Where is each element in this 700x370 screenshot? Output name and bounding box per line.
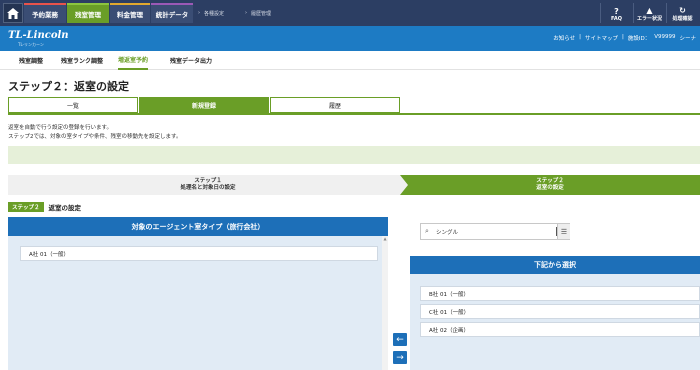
target-room-type-panel: 対象のエージェント室タイプ（旅行会社） A社 01（一般） ▲ bbox=[8, 217, 388, 370]
logo[interactable]: TL-Lincoln bbox=[8, 30, 69, 41]
nav-tab-statistics[interactable]: 統計データ bbox=[151, 3, 193, 23]
scroll-up-icon[interactable]: ▲ bbox=[382, 236, 388, 241]
nav-tab-reservations[interactable]: 予約業務 bbox=[24, 3, 66, 23]
home-button[interactable] bbox=[3, 3, 23, 23]
error-status-label: エラー状況 bbox=[636, 16, 662, 22]
nav-link-history[interactable]: › 履歴管理 bbox=[245, 3, 271, 23]
step-1-number: ステップ１ bbox=[194, 178, 222, 184]
list-item[interactable]: A社 02（企画） bbox=[420, 322, 700, 337]
top-navigation: 予約業務 残室管理 料金管理 統計データ › 各種設定 › 履歴管理 ? FAQ… bbox=[0, 0, 700, 26]
search-icon: ⌕ bbox=[425, 227, 429, 235]
step-2-indicator: ステップ２ 返室の設定 bbox=[400, 175, 700, 195]
arrow-left-icon: ← bbox=[396, 334, 404, 345]
arrow-right-icon: → bbox=[396, 352, 404, 363]
process-check-button[interactable]: ↻ 処理確認 bbox=[666, 3, 698, 23]
list-icon: ☰ bbox=[560, 227, 568, 236]
panel-title: 対象のエージェント室タイプ（旅行会社） bbox=[8, 217, 388, 236]
tab-new[interactable]: 新規登録 bbox=[139, 97, 269, 113]
faq-button[interactable]: ? FAQ bbox=[600, 3, 632, 23]
description-line: ステップ2では、対象の室タイプや条件、残室の移動先を設定します。 bbox=[8, 134, 182, 140]
sitemap-link[interactable]: サイトマップ bbox=[585, 34, 618, 42]
step-2-number: ステップ２ bbox=[536, 178, 564, 184]
panel-title: 下記から選択 bbox=[410, 256, 700, 274]
process-check-label: 処理確認 bbox=[672, 16, 693, 22]
question-icon: ? bbox=[614, 7, 619, 16]
search-input[interactable]: シングル bbox=[433, 228, 556, 236]
notice-link[interactable]: お知らせ bbox=[553, 34, 575, 42]
step-badge: ステップ２ bbox=[8, 201, 44, 212]
brand-links: お知らせ | サイトマップ | 施設ID： V99999 シーナ bbox=[553, 34, 696, 42]
page-title: ステップ２：返室の設定 bbox=[8, 80, 129, 93]
faq-label: FAQ bbox=[611, 16, 622, 22]
list-item[interactable]: C社 01（一般） bbox=[420, 304, 700, 319]
chevron-right-icon: › bbox=[198, 10, 200, 16]
step-1-label: 処理名と対象日の設定 bbox=[180, 185, 236, 191]
tab-bar: 一覧 新規登録 履歴 bbox=[8, 97, 700, 115]
warning-icon: ▲ bbox=[646, 6, 653, 15]
step-progress: ステップ１ 処理名と対象日の設定 ステップ２ 返室の設定 bbox=[8, 175, 700, 195]
selection-panel: 下記から選択 B社 01（一般） C社 01（一般） A社 02（企画） bbox=[410, 256, 700, 370]
list-item[interactable]: A社 01（一般） bbox=[20, 246, 378, 261]
facility-id-value: V99999 bbox=[654, 34, 676, 40]
subnav-return-reservation[interactable]: 増返室予約 bbox=[118, 51, 149, 70]
logo-subtitle: TL-リンカーン bbox=[18, 42, 44, 47]
subnav-inventory-adjust[interactable]: 残室調整 bbox=[19, 51, 43, 70]
description-line: 返室を自動で行う設定の登録を行います。 bbox=[8, 125, 112, 131]
room-search-field[interactable]: ⌕ シングル ⌨ bbox=[420, 223, 570, 240]
user-name: シーナ bbox=[679, 36, 696, 42]
step-header: ステップ２ 返室の設定 bbox=[8, 201, 82, 212]
nav-tab-pricing[interactable]: 料金管理 bbox=[110, 3, 150, 23]
step-header-label: 返室の設定 bbox=[48, 203, 82, 212]
subnav-rank-adjust[interactable]: 残室ランク調整 bbox=[61, 51, 103, 70]
nav-tab-inventory[interactable]: 残室管理 bbox=[67, 3, 109, 23]
scrollbar[interactable]: ▲ bbox=[382, 236, 388, 370]
info-band bbox=[8, 146, 700, 164]
nav-link-label: 履歴管理 bbox=[251, 10, 272, 17]
nav-link-label: 各種設定 bbox=[204, 10, 225, 17]
description: 返室を自動で行う設定の登録を行います。 ステップ2では、対象の室タイプや条件、残… bbox=[8, 124, 181, 142]
facility-id-label: 施設ID： bbox=[627, 36, 651, 42]
list-item[interactable]: B社 01（一般） bbox=[420, 286, 700, 301]
tab-list[interactable]: 一覧 bbox=[8, 97, 138, 113]
refresh-icon: ↻ bbox=[679, 6, 686, 15]
move-right-button[interactable]: → bbox=[393, 351, 407, 364]
home-icon bbox=[7, 7, 19, 19]
tab-history[interactable]: 履歴 bbox=[270, 97, 400, 113]
step-2-label: 返室の設定 bbox=[536, 185, 564, 191]
chevron-right-icon: › bbox=[245, 10, 247, 16]
subnav-data-export[interactable]: 残室データ出力 bbox=[170, 51, 212, 70]
nav-link-settings[interactable]: › 各種設定 bbox=[198, 3, 224, 23]
list-view-button[interactable]: ☰ bbox=[557, 224, 570, 239]
brand-bar: TL-Lincoln TL-リンカーン お知らせ | サイトマップ | 施設ID… bbox=[0, 26, 700, 51]
move-left-button[interactable]: ← bbox=[393, 333, 407, 346]
step-1-indicator: ステップ１ 処理名と対象日の設定 bbox=[8, 175, 408, 195]
sub-navigation: 残室調整 残室ランク調整 増返室予約 残室データ出力 bbox=[0, 51, 700, 70]
error-status-button[interactable]: ▲ エラー状況 bbox=[633, 3, 665, 23]
